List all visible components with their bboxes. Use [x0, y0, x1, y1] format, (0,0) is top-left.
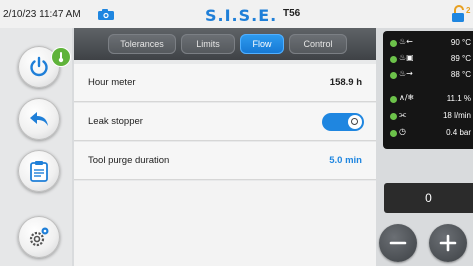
status-row: ♨▣ 89 °C — [383, 53, 473, 67]
hour-meter-row: Hour meter 158.9 h — [74, 64, 376, 102]
temperature-outlet-icon: ♨← — [399, 37, 413, 46]
camera-icon[interactable] — [97, 9, 115, 20]
hour-meter-value: 158.9 h — [329, 77, 362, 88]
tab-control[interactable]: Control — [289, 34, 347, 54]
thermometer-icon — [58, 52, 64, 63]
heat-cool-icon: ∧/❄ — [399, 93, 415, 102]
purge-duration-label: Tool purge duration — [88, 155, 170, 166]
unlock-icon[interactable] — [451, 5, 467, 23]
status-ok-dot — [390, 40, 397, 47]
top-bar: 2/10/23 11:47 AM S.I.S.E. T56 2 — [0, 0, 473, 28]
tab-limits[interactable]: Limits — [181, 34, 235, 54]
purge-duration-value[interactable]: 5.0 min — [329, 155, 362, 166]
user-level: 2 — [466, 6, 471, 15]
status-value: 18 l/min — [442, 111, 471, 120]
report-button[interactable] — [18, 150, 60, 192]
status-value: 11.1 % — [446, 94, 471, 103]
clipboard-icon — [30, 161, 48, 182]
hour-meter-label: Hour meter — [88, 77, 136, 88]
value-readout: 0 — [425, 191, 432, 205]
settings-panel: Tolerances Limits Flow Control Hour mete… — [74, 28, 376, 266]
model-name: T56 — [283, 8, 301, 19]
power-icon — [30, 56, 48, 77]
status-ok-dot — [390, 113, 397, 120]
pressure-icon: ◷ — [399, 127, 406, 136]
plus-button[interactable] — [429, 224, 467, 262]
back-button[interactable] — [18, 98, 60, 140]
temperature-tank-icon: ♨▣ — [399, 53, 414, 62]
status-value: 88 °C — [450, 70, 471, 79]
back-arrow-icon — [30, 112, 48, 126]
brand-logo: S.I.S.E. — [205, 6, 278, 25]
tab-flow[interactable]: Flow — [240, 34, 284, 54]
settings-button[interactable] — [18, 216, 60, 258]
left-nav — [0, 28, 72, 266]
status-ok-dot — [390, 96, 397, 103]
status-panel: ♨← 90 °C ♨▣ 89 °C ♨→ 88 °C ∧/❄ 11.1 % ⫘ … — [383, 31, 473, 149]
flow-icon: ⫘ — [399, 110, 407, 119]
status-value: 89 °C — [450, 54, 471, 63]
status-value: 0.4 bar — [446, 128, 471, 137]
tab-tolerances[interactable]: Tolerances — [108, 34, 176, 54]
datetime: 2/10/23 11:47 AM — [3, 9, 81, 20]
status-value: 90 °C — [450, 38, 471, 47]
tab-bar: Tolerances Limits Flow Control — [74, 28, 376, 60]
status-ok-dot — [390, 56, 397, 63]
minus-icon — [389, 241, 407, 245]
gears-icon — [29, 227, 49, 247]
status-ok-dot — [390, 72, 397, 79]
plus-icon — [439, 234, 457, 252]
status-ok-dot — [390, 130, 397, 137]
minus-button[interactable] — [379, 224, 417, 262]
purge-duration-row[interactable]: Tool purge duration 5.0 min — [74, 142, 376, 180]
status-row: ∧/❄ 11.1 % — [383, 93, 473, 107]
temperature-return-icon: ♨→ — [399, 69, 413, 78]
leak-stopper-row: Leak stopper — [74, 103, 376, 141]
status-row: ◷ 0.4 bar — [383, 127, 473, 141]
status-row: ⫘ 18 l/min — [383, 110, 473, 124]
leak-stopper-toggle[interactable] — [322, 113, 364, 131]
status-row: ♨← 90 °C — [383, 37, 473, 51]
thermometer-badge — [52, 48, 70, 66]
toggle-knob — [348, 115, 362, 129]
power-button[interactable] — [18, 46, 70, 88]
status-row: ♨→ 88 °C — [383, 69, 473, 83]
value-display: 0 — [384, 183, 473, 213]
empty-area — [74, 181, 376, 266]
leak-stopper-label: Leak stopper — [88, 116, 143, 127]
